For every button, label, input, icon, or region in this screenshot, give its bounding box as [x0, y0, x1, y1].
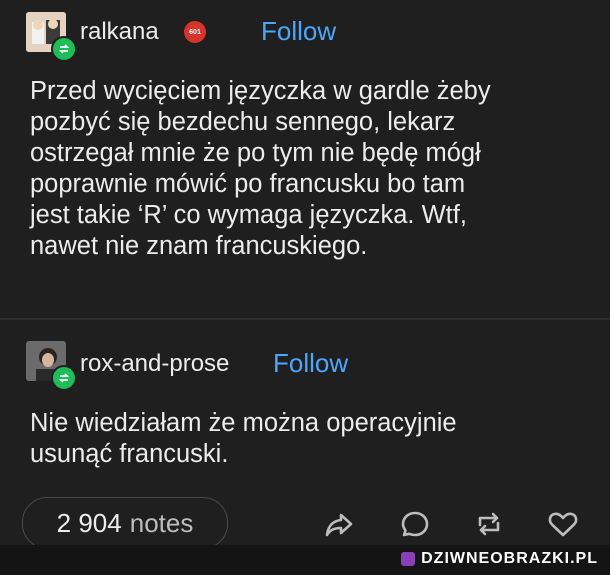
- author-badge: 601: [184, 21, 206, 43]
- reply-follow-button[interactable]: Follow: [273, 348, 348, 379]
- notes-count: 2 904: [56, 507, 122, 538]
- post-line: ostrzegał mnie że po tym nie będę mógł: [30, 139, 481, 167]
- post-line: jest takie ‘R’ co wymaga języczka. Wtf,: [30, 201, 467, 229]
- reply-line: Nie wiedziałam że można operacyjnie: [30, 409, 457, 437]
- watermark-logo-icon: [401, 552, 416, 566]
- reply-line: usunąć francuski.: [30, 440, 229, 468]
- follow-button[interactable]: Follow: [261, 16, 336, 47]
- notes-label: notes: [129, 507, 194, 538]
- post-body: Przed wycięciem języczka w gardle żeby p…: [30, 76, 491, 262]
- post-line: poprawnie mówić po francusku bo tam: [30, 170, 466, 198]
- watermark: DZIWNEOBRAZKI.PL: [401, 550, 598, 568]
- post-line: nawet nie znam francuskiego.: [30, 232, 368, 260]
- notes-button[interactable]: 2 904 notes: [22, 497, 228, 549]
- like-icon[interactable]: [546, 507, 580, 541]
- reblog-badge-icon: [51, 365, 77, 391]
- divider: [0, 318, 610, 320]
- reblog-icon[interactable]: [472, 507, 506, 541]
- comment-icon[interactable]: [398, 507, 432, 541]
- post-author[interactable]: ralkana: [80, 18, 159, 46]
- watermark-text: DZIWNEOBRAZKI.PL: [421, 550, 598, 567]
- post-line: pozbyć się bezdechu sennego, lekarz: [30, 108, 456, 136]
- reblog-badge-icon: [51, 36, 77, 62]
- share-icon[interactable]: [322, 507, 356, 541]
- reply-body: Nie wiedziałam że można operacyjnie usun…: [30, 408, 457, 470]
- reply-author[interactable]: rox-and-prose: [80, 350, 229, 378]
- post-line: Przed wycięciem języczka w gardle żeby: [30, 77, 491, 105]
